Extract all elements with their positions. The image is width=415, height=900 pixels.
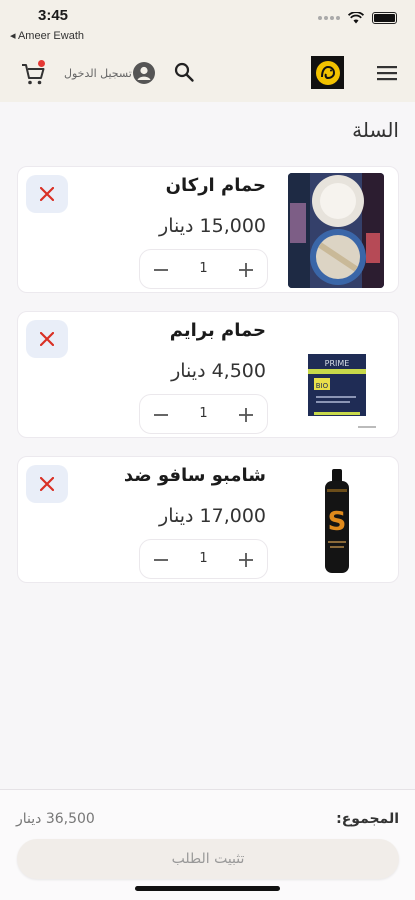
product-image[interactable]: PRIME BIO: [288, 318, 384, 433]
product-name: حمام برايم: [169, 320, 266, 341]
cart-summary: المجموع: 36,500 دينار تثبيت الطلب: [0, 789, 415, 900]
battery-icon: [372, 12, 397, 24]
checkout-button[interactable]: تثبيت الطلب: [17, 839, 399, 879]
close-icon: [40, 332, 54, 346]
account-icon[interactable]: [133, 62, 155, 84]
signal-icon: [318, 16, 340, 20]
product-image[interactable]: [288, 173, 384, 288]
cart-badge: [38, 60, 45, 67]
increase-quantity-button[interactable]: [237, 261, 255, 279]
login-link[interactable]: تسجيل الدخول: [64, 67, 132, 80]
quantity-stepper: 1: [139, 394, 268, 434]
close-icon: [40, 187, 54, 201]
store-logo[interactable]: [311, 56, 344, 89]
increase-quantity-button[interactable]: [237, 551, 255, 569]
product-price: 4,500 دينار: [171, 360, 266, 382]
quantity-stepper: 1: [139, 249, 268, 289]
app-header: تسجيل الدخول: [0, 48, 415, 102]
total-label: المجموع:: [336, 811, 399, 827]
remove-item-button[interactable]: [26, 175, 68, 213]
product-price: 17,000 دينار: [159, 505, 266, 527]
product-name: حمام اركان: [165, 175, 266, 196]
status-icons: [318, 12, 397, 24]
cart-item: S شامبو سافو ضد 17,000 دينار 1: [17, 456, 399, 583]
quantity-stepper: 1: [139, 539, 268, 579]
product-image[interactable]: S: [288, 463, 384, 578]
remove-item-button[interactable]: [26, 320, 68, 358]
cart-item: PRIME BIO حمام برايم 4,500 دينار 1: [17, 311, 399, 438]
product-name: شامبو سافو ضد: [123, 465, 266, 486]
bottle-brand-label: S: [328, 507, 347, 537]
status-bar: 3:45 ◂ Ameer Ewath: [0, 0, 415, 48]
page-title: السلة: [352, 118, 399, 142]
cart-item: حمام اركان 15,000 دينار 1: [17, 166, 399, 293]
product-price: 15,000 دينار: [159, 215, 266, 237]
close-icon: [40, 477, 54, 491]
svg-text:BIO: BIO: [316, 382, 329, 390]
search-icon[interactable]: [173, 61, 195, 83]
home-indicator: [135, 886, 280, 891]
total-value: 36,500 دينار: [16, 811, 95, 827]
menu-icon[interactable]: [377, 65, 397, 81]
clock: 3:45: [38, 7, 69, 24]
wifi-icon: [348, 12, 364, 24]
remove-item-button[interactable]: [26, 465, 68, 503]
back-to-app-link[interactable]: ◂ Ameer Ewath: [10, 29, 84, 42]
increase-quantity-button[interactable]: [237, 406, 255, 424]
prime-label: PRIME: [325, 359, 350, 368]
